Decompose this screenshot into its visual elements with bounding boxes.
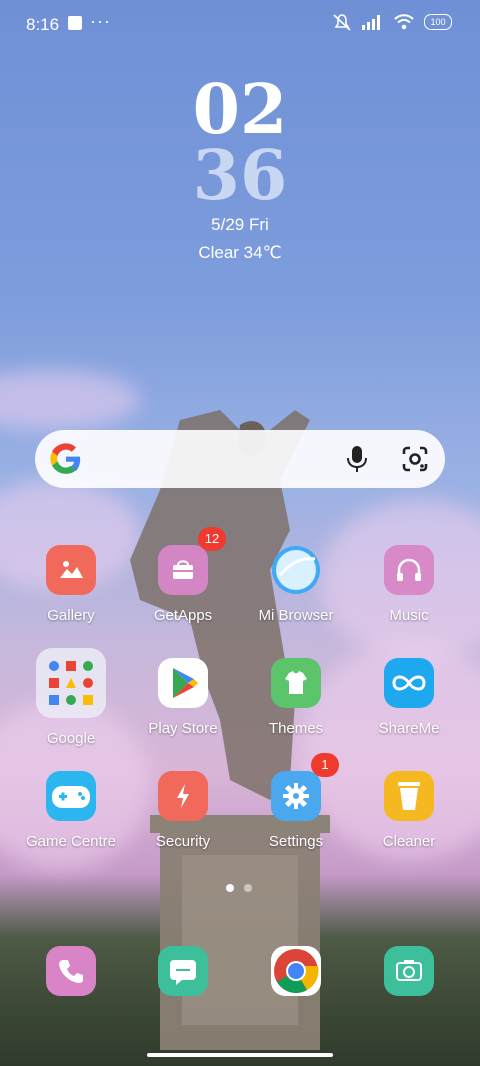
page-dot-active	[226, 884, 234, 892]
notification-badge: 12	[198, 527, 226, 551]
signal-icon	[362, 15, 380, 30]
battery-icon: 100	[424, 14, 452, 30]
more-notifications-icon: ···	[90, 11, 111, 31]
wifi-icon	[394, 14, 414, 30]
app-label: Gallery	[47, 607, 95, 624]
notification-badge: 1	[311, 753, 339, 777]
app-label: Google	[46, 730, 96, 747]
app-shareme[interactable]: ShareMe	[354, 658, 464, 737]
app-label: GetApps	[153, 607, 213, 624]
dock-phone[interactable]	[16, 946, 126, 996]
weather-label[interactable]: Clear 34℃	[0, 243, 480, 263]
app-mi-browser[interactable]: Mi Browser	[241, 545, 351, 624]
status-bar: 8:16 ··· 100	[0, 10, 480, 36]
app-play-store[interactable]: Play Store	[128, 658, 238, 737]
app-label: Game Centre	[25, 833, 117, 850]
app-music[interactable]: Music	[354, 545, 464, 624]
notification-square-icon	[68, 16, 82, 30]
mute-bell-icon	[333, 14, 351, 31]
app-gallery[interactable]: Gallery	[16, 545, 126, 624]
status-time: 8:16	[26, 15, 60, 34]
google-search-bar[interactable]	[35, 430, 445, 488]
app-label: ShareMe	[378, 720, 440, 737]
app-label: Security	[155, 833, 211, 850]
dock-messaging[interactable]	[128, 946, 238, 996]
google-folder-icon	[36, 648, 106, 718]
app-themes[interactable]: Themes	[241, 658, 351, 737]
dock-camera[interactable]	[354, 946, 464, 996]
app-label: Themes	[268, 720, 324, 737]
google-lens-icon[interactable]	[401, 445, 429, 473]
app-label: Play Store	[148, 720, 218, 737]
music-icon	[384, 545, 434, 595]
gallery-icon	[46, 545, 96, 595]
security-icon	[158, 771, 208, 821]
google-g-icon	[50, 443, 81, 474]
phone-icon	[46, 946, 96, 996]
cleaner-icon	[384, 771, 434, 821]
app-game-centre[interactable]: Game Centre	[16, 771, 126, 850]
app-settings[interactable]: 1 Settings	[241, 753, 351, 850]
home-gesture-bar[interactable]	[147, 1053, 333, 1057]
app-getapps[interactable]: 12 GetApps	[128, 527, 238, 624]
app-label: Cleaner	[382, 833, 436, 850]
page-indicator	[226, 884, 252, 892]
app-label: Mi Browser	[258, 607, 334, 624]
dock-chrome[interactable]	[241, 946, 351, 996]
messaging-icon	[158, 946, 208, 996]
camera-icon	[384, 946, 434, 996]
clock-minute[interactable]: 36	[0, 136, 480, 216]
app-label: Settings	[268, 833, 324, 850]
app-security[interactable]: Security	[128, 771, 238, 850]
microphone-icon[interactable]	[343, 444, 371, 474]
app-google-folder[interactable]: Google	[16, 648, 126, 747]
shareme-icon	[384, 658, 434, 708]
game-centre-icon	[46, 771, 96, 821]
chrome-icon	[271, 946, 321, 996]
themes-icon	[271, 658, 321, 708]
settings-icon: 1	[271, 753, 339, 821]
page-dot	[244, 884, 252, 892]
play-store-icon	[158, 658, 208, 708]
getapps-icon: 12	[158, 527, 226, 595]
app-label: Music	[389, 607, 429, 624]
mi-browser-icon	[271, 545, 321, 595]
app-cleaner[interactable]: Cleaner	[354, 771, 464, 850]
date-label[interactable]: 5/29 Fri	[0, 215, 480, 235]
